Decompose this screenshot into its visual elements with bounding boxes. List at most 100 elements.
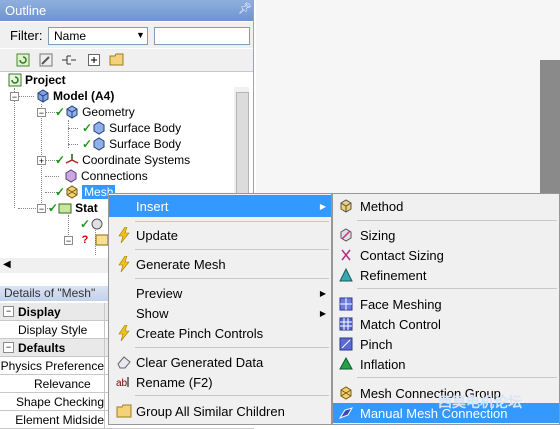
surface-body-icon: [92, 137, 106, 151]
submenu-item-face-meshing[interactable]: Face Meshing: [333, 294, 559, 314]
watermark: 西莫电机论坛: [438, 394, 522, 410]
menu-item-preview[interactable]: Preview ▶: [109, 282, 331, 304]
tree-node-connections[interactable]: Connections: [64, 168, 148, 184]
details-property-label: Relevance: [34, 376, 91, 391]
tree-structure-icon[interactable]: [60, 51, 77, 68]
menu-item-show[interactable]: Show ▶: [109, 302, 331, 324]
tree-node-model[interactable]: Model (A4): [36, 88, 114, 104]
submenu-item-contact-sizing[interactable]: Contact Sizing: [333, 245, 559, 265]
tree-node-surface-body[interactable]: ✓ Surface Body: [82, 136, 181, 152]
rename-icon: ab: [115, 374, 133, 390]
folder-icon: [115, 403, 133, 419]
tree-node-geometry[interactable]: ✓ Geometry: [55, 104, 135, 120]
submenu-item-label: Inflation: [360, 356, 406, 372]
connections-icon: [64, 169, 78, 183]
details-property[interactable]: Display Style: [0, 321, 104, 339]
surface-body-icon: [92, 121, 106, 135]
static-structural-icon: [58, 201, 72, 215]
inflation-icon: [338, 356, 354, 372]
tree-node-label: Project: [25, 73, 66, 87]
scroll-left-arrow-icon[interactable]: ◀: [3, 259, 11, 270]
menu-item-label: Update: [136, 227, 178, 243]
details-group-header[interactable]: − Display: [0, 303, 104, 321]
details-property[interactable]: Relevance: [0, 375, 104, 393]
menu-item-generate-mesh[interactable]: Generate Mesh: [109, 253, 331, 275]
svg-text:ab: ab: [116, 378, 128, 389]
method-icon: [338, 198, 354, 214]
filter-dropdown[interactable]: Name ▼: [48, 27, 148, 45]
lightning-icon: [115, 256, 133, 272]
project-icon: [8, 73, 22, 87]
filter-label: Filter:: [10, 28, 43, 43]
tree-node-static-structural[interactable]: ✓ Stat: [48, 200, 98, 216]
collapse-expander[interactable]: −: [37, 108, 46, 118]
tree-node-project[interactable]: Project: [8, 72, 66, 88]
tree-node-surface-body[interactable]: ✓ Surface Body: [82, 120, 181, 136]
pin-icon[interactable]: 📌︎: [238, 2, 252, 15]
details-title: Details of "Mesh": [4, 286, 96, 300]
tree-line: [45, 176, 59, 177]
tree-node-analysis-settings[interactable]: ✓: [80, 216, 107, 232]
menu-item-insert[interactable]: Insert ▶: [109, 195, 331, 217]
menu-item-group-all-similar-children[interactable]: Group All Similar Children: [109, 400, 331, 422]
menu-item-label: Group All Similar Children: [136, 403, 285, 419]
details-group-header[interactable]: − Defaults: [0, 339, 104, 357]
submenu-arrow-icon: ▶: [319, 201, 326, 211]
check-icon: ✓: [55, 153, 66, 167]
collapse-expander[interactable]: −: [3, 342, 14, 353]
details-property[interactable]: Element Midside: [0, 411, 104, 429]
tree-line: [68, 144, 78, 145]
menu-item-clear-generated-data[interactable]: Clear Generated Data: [109, 351, 331, 373]
expand-expander[interactable]: +: [37, 156, 46, 166]
submenu-item-inflation[interactable]: Inflation: [333, 354, 559, 374]
submenu-arrow-icon: ▶: [319, 308, 326, 318]
outline-titlebar: Outline 📌︎: [0, 0, 253, 21]
tree-node-label: Geometry: [82, 105, 135, 119]
refresh-icon[interactable]: [14, 51, 31, 68]
coordinate-systems-icon: [65, 153, 79, 167]
tree-node-coordinate-systems[interactable]: ✓ Coordinate Systems: [55, 152, 190, 168]
details-property-label: Display: [18, 304, 61, 319]
details-property[interactable]: Shape Checking: [0, 393, 104, 411]
collapse-expander[interactable]: −: [64, 236, 73, 246]
submenu-item-sizing[interactable]: Sizing: [333, 225, 559, 245]
collapse-expander[interactable]: −: [37, 204, 46, 214]
submenu-item-pinch[interactable]: Pinch: [333, 334, 559, 354]
filter-dropdown-value: Name: [54, 29, 87, 43]
tree-line: [68, 128, 78, 129]
menu-separator: [135, 249, 329, 250]
menu-separator: [135, 221, 329, 222]
submenu-item-refinement[interactable]: Refinement: [333, 265, 559, 285]
menu-item-label: Insert: [136, 198, 169, 214]
collapse-expander[interactable]: −: [3, 306, 14, 317]
tree-node-label: Connections: [81, 169, 148, 183]
submenu-item-label: Contact Sizing: [360, 247, 444, 263]
menu-item-label: Clear Generated Data: [136, 354, 264, 370]
submenu-item-label: Pinch: [360, 336, 393, 352]
mesh-icon: [65, 185, 79, 199]
check-icon: ✓: [82, 121, 93, 135]
menu-item-create-pinch-controls[interactable]: Create Pinch Controls: [109, 322, 331, 344]
mesh-connection-group-icon: [338, 385, 354, 401]
details-property-label: Shape Checking: [15, 394, 104, 409]
folder-icon[interactable]: [108, 51, 125, 68]
submenu-item-label: Refinement: [360, 267, 427, 283]
tree-node-mesh[interactable]: ✓ Mesh: [55, 184, 116, 200]
collapse-expander[interactable]: −: [10, 92, 19, 102]
scrollbar-thumb[interactable]: [236, 92, 249, 204]
menu-separator: [357, 220, 557, 221]
outline-toolbar: [0, 49, 253, 72]
submenu-item-method[interactable]: Method: [333, 196, 559, 216]
menu-item-label: Rename (F2): [136, 374, 213, 390]
edit-icon[interactable]: [37, 51, 54, 68]
submenu-item-label: Sizing: [360, 227, 396, 243]
model-icon: [36, 89, 50, 103]
filter-search-input[interactable]: [154, 27, 250, 45]
tree-node-solution[interactable]: ?: [78, 232, 112, 248]
menu-item-update[interactable]: Update: [109, 224, 331, 246]
refinement-icon: [338, 267, 354, 283]
submenu-item-match-control[interactable]: Match Control: [333, 314, 559, 334]
expand-all-icon[interactable]: [85, 51, 102, 68]
menu-item-rename[interactable]: ab Rename (F2): [109, 371, 331, 393]
details-property[interactable]: Physics Preference: [0, 357, 104, 375]
